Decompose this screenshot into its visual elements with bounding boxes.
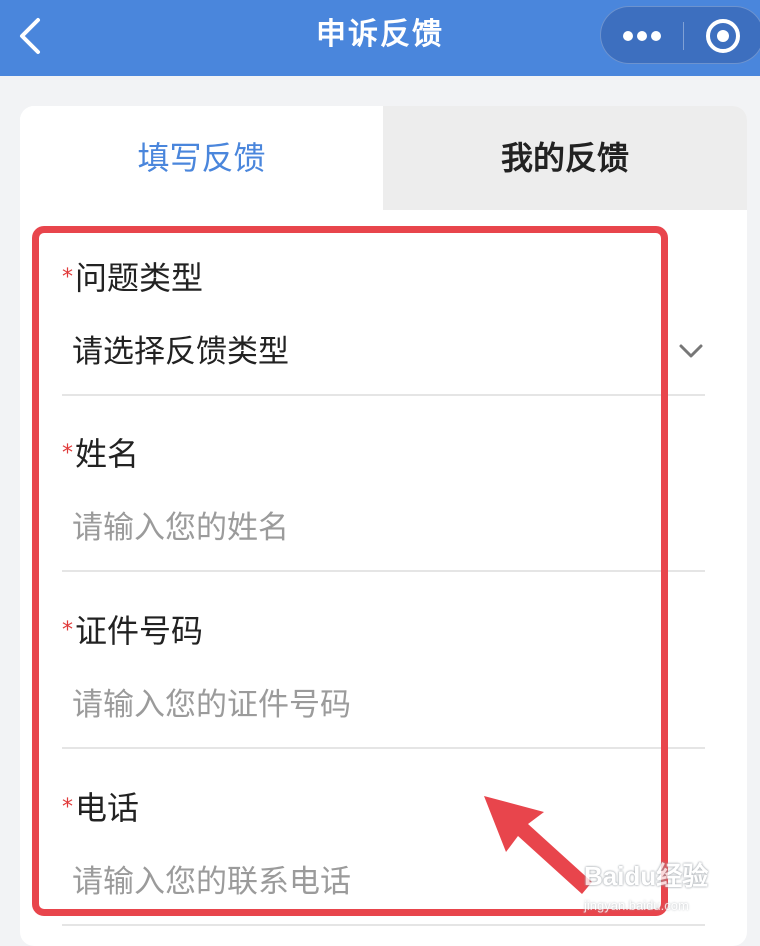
id-number-input[interactable]	[72, 681, 632, 729]
tab-my-feedback[interactable]: 我的反馈	[383, 106, 747, 210]
more-dots-icon[interactable]	[601, 7, 683, 63]
top-navbar: 申诉反馈	[0, 0, 760, 76]
required-mark: *	[62, 618, 73, 643]
name-input[interactable]	[72, 504, 632, 552]
tab-fill-feedback[interactable]: 填写反馈	[20, 106, 383, 210]
required-mark: *	[62, 795, 73, 820]
phone-label: 电话	[75, 789, 140, 827]
divider	[62, 394, 705, 396]
field-label: *姓名	[62, 434, 139, 474]
menu-capsule	[600, 6, 760, 64]
divider	[62, 747, 705, 749]
required-mark: *	[62, 441, 73, 466]
field-label: *问题类型	[62, 258, 203, 298]
issue-type-select[interactable]: 请选择反馈类型	[72, 328, 289, 376]
id-number-label: 证件号码	[75, 612, 204, 650]
issue-type-label: 问题类型	[75, 259, 204, 297]
divider	[62, 570, 705, 572]
name-label: 姓名	[75, 435, 140, 473]
chevron-down-icon[interactable]	[678, 342, 704, 360]
required-mark: *	[62, 265, 73, 290]
feedback-card: 填写反馈 我的反馈 *问题类型 请选择反馈类型 *姓名 *证件号码 *电话	[20, 106, 747, 946]
target-circle-icon[interactable]	[693, 7, 760, 63]
capsule-divider	[683, 22, 684, 50]
field-label: *电话	[62, 788, 139, 828]
phone-input[interactable]	[72, 858, 632, 906]
field-label: *证件号码	[62, 611, 203, 651]
divider	[62, 924, 705, 926]
